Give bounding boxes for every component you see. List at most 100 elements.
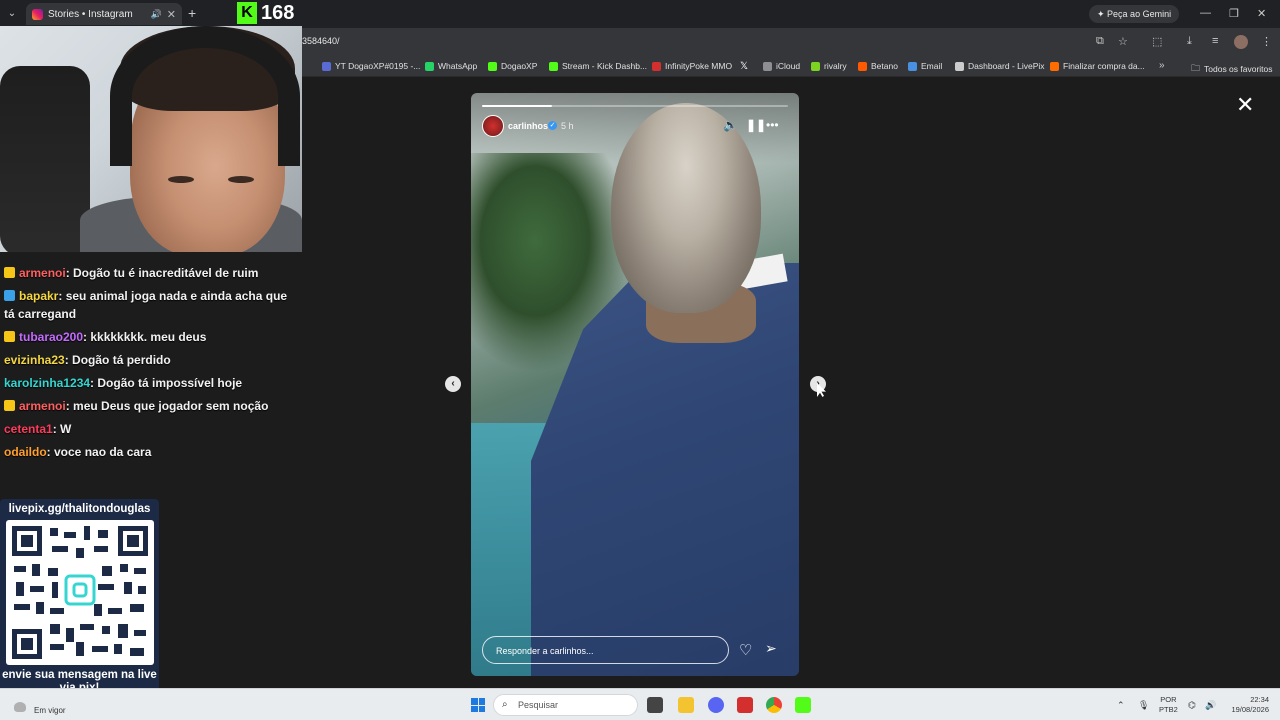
story-progress-bar	[482, 105, 788, 107]
weather-icon[interactable]	[14, 702, 26, 712]
bookmark-label: rivalry	[824, 61, 847, 71]
bookmark-item[interactable]: InfinityPoke MMO	[652, 61, 732, 71]
more-options-icon[interactable]: •••	[766, 118, 779, 132]
bookmark-label: Stream - Kick Dashb...	[562, 61, 648, 71]
bookmark-star-icon[interactable]: ☆	[1118, 35, 1128, 48]
bookmark-item[interactable]: iCloud	[763, 61, 800, 71]
tab-title: Stories • Instagram	[48, 8, 133, 20]
chrome-icon[interactable]	[766, 697, 782, 713]
chat-username: bapakr	[19, 289, 59, 303]
bookmark-label: YT DogaoXP#0195 -...	[335, 61, 421, 71]
bookmark-label: Betano	[871, 61, 898, 71]
previous-story-button[interactable]: ‹	[445, 376, 461, 392]
speaker-icon[interactable]: 🔊	[151, 9, 162, 20]
maximize-icon[interactable]: ❐	[1229, 7, 1239, 20]
folder-icon: 🗀	[1191, 63, 1201, 73]
minimize-icon[interactable]: —	[1200, 7, 1211, 19]
bookmark-item[interactable]: Stream - Kick Dashb...	[549, 61, 647, 71]
all-favorites-folder[interactable]: 🗀 Todos os favoritos	[1191, 61, 1273, 77]
speaker-icon[interactable]: 🔈	[723, 118, 738, 132]
more-bookmarks-icon[interactable]: »	[1159, 60, 1165, 71]
bookmark-item[interactable]: 𝕏	[740, 61, 748, 72]
kick-icon	[488, 61, 497, 71]
bookmark-label: Dashboard - LivePix	[968, 61, 1045, 71]
webcam-eye	[168, 176, 194, 183]
download-icon[interactable]: ⤓	[1187, 35, 1192, 48]
chat-text: : voce nao da cara	[46, 445, 152, 459]
start-button[interactable]	[471, 698, 485, 712]
microphone-icon[interactable]: 🎙	[1138, 700, 1149, 711]
chat-text: : W	[52, 422, 72, 436]
media-control-icon[interactable]: ≡	[1212, 35, 1218, 47]
bookmark-item[interactable]: Finalizar compra da...	[1050, 61, 1145, 71]
file-explorer-icon[interactable]	[678, 697, 694, 713]
tray-chevron-icon[interactable]: ⌃	[1117, 700, 1125, 711]
story-viewer[interactable]: carlinhos ✓ 5 h 🔈 ❚❚ ••• Responder a car…	[471, 93, 799, 676]
story-user-avatar[interactable]	[482, 115, 504, 137]
bookmark-item[interactable]: YT DogaoXP#0195 -...	[322, 61, 420, 71]
bookmark-item[interactable]: WhatsApp	[425, 61, 477, 71]
bookmark-icon	[322, 61, 331, 71]
chat-text: : Dogão tá perdido	[64, 353, 171, 367]
qr-code-graphic	[12, 526, 148, 659]
weather-label[interactable]: Em vigor	[34, 706, 66, 715]
bookmark-label: InfinityPoke MMO	[665, 61, 733, 71]
livepix-qr-panel: livepix.gg/thalitondouglas envie sua men…	[0, 499, 159, 701]
bookmark-item[interactable]: Dashboard - LivePix	[955, 61, 1045, 71]
webcam-eye	[228, 176, 254, 183]
task-view-icon[interactable]	[647, 697, 663, 713]
clock[interactable]: 22:34 19/08/2026	[1223, 695, 1269, 715]
bookmark-item[interactable]: rivalry	[811, 61, 847, 71]
screen: ⌄ Stories • Instagram 🔊 ✕ + ✦ Peça ao Ge…	[0, 0, 1280, 720]
chat-username: cetenta1	[4, 422, 53, 436]
chat-message: tubarao200: kkkkkkkk. meu deus	[0, 326, 300, 349]
close-tab-icon[interactable]: ✕	[167, 8, 176, 21]
send-icon[interactable]: ➢	[765, 640, 777, 657]
pause-icon[interactable]: ❚❚	[746, 118, 766, 132]
tab-search-icon[interactable]: ⌄	[4, 6, 20, 22]
bookmark-item[interactable]: Betano	[858, 61, 898, 71]
kick-app-icon[interactable]	[795, 697, 811, 713]
language-indicator[interactable]: POR PTB2	[1159, 695, 1178, 715]
pokeball-icon	[652, 61, 661, 71]
story-media-head	[611, 103, 761, 313]
new-tab-button[interactable]: +	[188, 5, 196, 21]
bookmark-item[interactable]: Email	[908, 61, 942, 71]
language-code: POR	[1160, 695, 1177, 704]
chat-username: armenoi	[19, 399, 66, 413]
story-username[interactable]: carlinhos	[508, 121, 548, 131]
stream-chat: armenoi: Dogão tu é inacreditável de rui…	[0, 262, 300, 464]
chat-username: tubarao200	[19, 330, 84, 344]
volume-icon[interactable]: 🔊	[1205, 700, 1216, 711]
app-z-icon[interactable]	[737, 697, 753, 713]
bookmark-item[interactable]: DogaoXP	[488, 61, 537, 71]
headphones-icon	[110, 26, 300, 166]
url-text[interactable]: 3584640/	[302, 36, 340, 46]
chat-username: karolzinha1234	[4, 376, 91, 390]
close-viewer-icon[interactable]: ✕	[1236, 92, 1254, 118]
discord-icon[interactable]	[708, 697, 724, 713]
chat-username: evizinha23	[4, 353, 65, 367]
rivalry-icon	[811, 61, 820, 71]
bookmark-label: Email	[921, 61, 943, 71]
close-window-icon[interactable]: ✕	[1257, 7, 1266, 20]
extensions-icon[interactable]: ⬚	[1152, 35, 1162, 48]
betano-icon	[858, 61, 867, 71]
bookmark-label: Finalizar compra da...	[1063, 61, 1145, 71]
chat-message: odaildo: voce nao da cara	[0, 441, 300, 464]
tab-instagram-stories[interactable]: Stories • Instagram 🔊 ✕	[26, 3, 182, 25]
webcam-overlay	[0, 26, 302, 252]
gemini-button[interactable]: ✦ Peça ao Gemini	[1089, 5, 1180, 23]
network-icon[interactable]: ⌬	[1188, 700, 1196, 711]
profile-avatar[interactable]	[1234, 35, 1248, 49]
taskbar-search[interactable]: Pesquisar	[493, 694, 638, 716]
menu-dots-icon[interactable]: ⋮	[1261, 35, 1272, 48]
kick-logo: K	[237, 2, 257, 24]
chat-message: armenoi: meu Deus que jogador sem noção	[0, 395, 300, 418]
viewer-count: 168	[261, 2, 295, 24]
heart-icon[interactable]: ♡	[739, 641, 752, 659]
reply-input[interactable]: Responder a carlinhos...	[482, 636, 729, 664]
email-icon	[908, 61, 917, 71]
install-app-icon[interactable]: ⧉	[1096, 35, 1104, 48]
bookmark-label: WhatsApp	[438, 61, 478, 71]
